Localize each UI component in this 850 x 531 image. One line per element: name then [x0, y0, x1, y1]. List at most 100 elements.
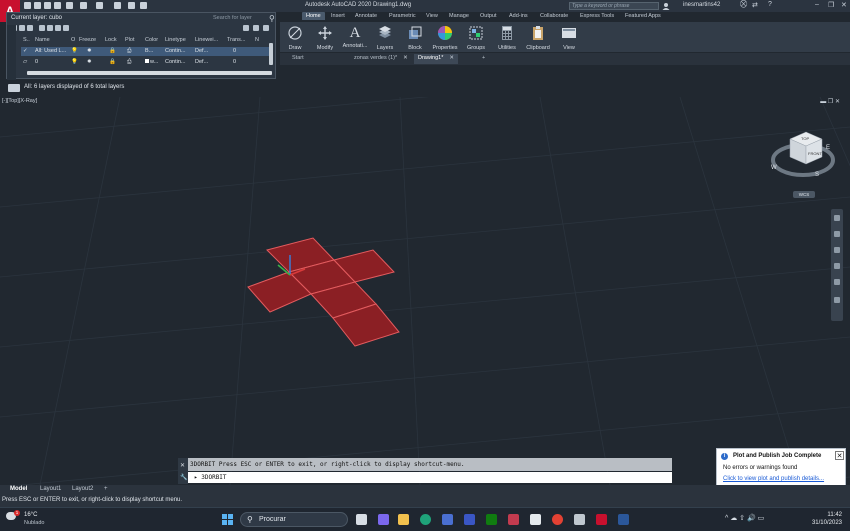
- tab-layout1[interactable]: Layout1: [40, 486, 61, 492]
- layer-row[interactable]: ✓ All: Used L... 💡 ✹ 🔒 ⎙ B... Contin... …: [21, 47, 273, 56]
- viewcube[interactable]: TOP FRONT E S W: [768, 127, 838, 187]
- ribbon-tab-output[interactable]: Output: [480, 13, 497, 19]
- tab-model[interactable]: Model: [10, 486, 27, 492]
- view-button[interactable]: View: [554, 24, 584, 52]
- app-white-icon[interactable]: [530, 514, 541, 525]
- open-file-icon[interactable]: [34, 2, 41, 9]
- pan-icon[interactable]: [834, 231, 840, 237]
- minimize-icon[interactable]: –: [815, 1, 819, 8]
- annotation-button[interactable]: A Annotati...: [340, 24, 370, 52]
- doc-tab-drawing1[interactable]: Drawing1* ✕: [414, 54, 458, 64]
- col-plot[interactable]: Plot: [125, 37, 134, 43]
- horizontal-scrollbar[interactable]: [27, 71, 272, 75]
- ribbon-tab-manage[interactable]: Manage: [449, 13, 469, 19]
- col-name[interactable]: Name: [35, 37, 50, 43]
- showmotion-icon[interactable]: [834, 279, 840, 285]
- notification-details-link[interactable]: Click to view plot and publish details..…: [723, 476, 824, 482]
- doc-tab-zonas-verdes[interactable]: zonas verdes (1)* ✕: [350, 54, 412, 64]
- col-freeze[interactable]: Freeze: [79, 37, 96, 43]
- autocad-taskbar-icon[interactable]: [596, 514, 607, 525]
- layer-search-input[interactable]: Search for layer: [213, 15, 275, 23]
- drawing-viewport[interactable]: [-][Top][X-Ray] ▬ ❐ ✕ TOP FRONT E S W W C…: [0, 97, 850, 485]
- layers-button[interactable]: Layers: [370, 24, 400, 52]
- ribbon-tab-insert[interactable]: Insert: [331, 13, 345, 19]
- new-layer-icon[interactable]: [39, 25, 45, 31]
- col-color[interactable]: Color: [145, 37, 158, 43]
- app-red-icon[interactable]: [508, 514, 519, 525]
- user-icon[interactable]: [662, 2, 670, 10]
- palette-side-strip[interactable]: [7, 25, 16, 80]
- clock-time[interactable]: 11:42: [810, 512, 842, 518]
- compass-e-label[interactable]: E: [826, 145, 830, 151]
- new-layer-vp-frozen-icon[interactable]: [47, 25, 53, 31]
- ribbon-tab-view[interactable]: View: [426, 13, 438, 19]
- groups-button[interactable]: Groups: [461, 24, 491, 52]
- edge-icon[interactable]: [420, 514, 431, 525]
- app-icon[interactable]: [464, 514, 475, 525]
- word-icon[interactable]: [618, 514, 629, 525]
- close-palette-icon[interactable]: [263, 25, 269, 31]
- ribbon-tab-featured-apps[interactable]: Featured Apps: [625, 13, 661, 19]
- app-gray-icon[interactable]: [574, 514, 585, 525]
- undo-icon[interactable]: [96, 2, 103, 9]
- clipboard-button[interactable]: Clipboard: [523, 24, 553, 52]
- save-as-icon[interactable]: [54, 2, 61, 9]
- ribbon-tab-parametric[interactable]: Parametric: [389, 13, 416, 19]
- save-icon[interactable]: [44, 2, 51, 9]
- compass-w-label[interactable]: W: [771, 165, 777, 171]
- layer-transparency[interactable]: 0: [233, 48, 236, 54]
- redo-icon[interactable]: [114, 2, 121, 9]
- layer-row[interactable]: ▱ 0 💡 ✹ 🔒 ⎙ w... Contin... Def... 0: [21, 58, 273, 67]
- ribbon-tab-collaborate[interactable]: Collaborate: [540, 13, 568, 19]
- layer-name[interactable]: 0: [35, 59, 38, 65]
- col-transparency[interactable]: Trans...: [227, 37, 245, 43]
- draw-button[interactable]: Draw: [280, 24, 310, 52]
- tab-layout2[interactable]: Layout2: [72, 486, 93, 492]
- close-tab-icon[interactable]: ✕: [403, 55, 408, 61]
- navbar-menu-icon[interactable]: [834, 297, 840, 303]
- ribbon-tab-express-tools[interactable]: Express Tools: [580, 13, 614, 19]
- web-mobile-icon[interactable]: [66, 2, 73, 9]
- weather-temperature[interactable]: 16°C: [24, 512, 37, 518]
- sun-icon[interactable]: ✹: [87, 59, 92, 65]
- close-window-icon[interactable]: ✕: [841, 1, 847, 9]
- ribbon-tab-annotate[interactable]: Annotate: [355, 13, 377, 19]
- restore-icon[interactable]: ❐: [828, 1, 834, 9]
- file-explorer-icon[interactable]: [398, 514, 409, 525]
- layer-transparency[interactable]: 0: [233, 59, 236, 65]
- printer-icon[interactable]: ⎙: [127, 59, 131, 66]
- customize-command-icon[interactable]: 🔧: [180, 474, 187, 481]
- layer-lineweight[interactable]: Def...: [195, 48, 208, 54]
- chat-icon[interactable]: [378, 514, 389, 525]
- xbox-icon[interactable]: [486, 514, 497, 525]
- exchange-icon[interactable]: ⇄: [752, 1, 758, 9]
- refresh-icon[interactable]: [243, 25, 249, 31]
- customize-qat-icon[interactable]: [140, 2, 147, 9]
- col-status[interactable]: S..: [23, 37, 30, 43]
- delete-layer-icon[interactable]: [55, 25, 61, 31]
- command-line-handle[interactable]: ✕ 🔧: [178, 458, 188, 484]
- layer-color[interactable]: w...: [145, 59, 158, 65]
- cart-icon[interactable]: ⛒: [740, 1, 747, 9]
- share-icon[interactable]: [128, 2, 135, 9]
- utilities-button[interactable]: Utilities: [492, 24, 522, 52]
- settings-icon[interactable]: [253, 25, 259, 31]
- new-file-icon[interactable]: [24, 2, 31, 9]
- new-group-filter-icon[interactable]: [19, 25, 25, 31]
- zoom-icon[interactable]: [834, 247, 840, 253]
- sun-icon[interactable]: ✹: [87, 48, 92, 54]
- printer-icon[interactable]: ⎙: [127, 48, 131, 55]
- modify-button[interactable]: Modify: [310, 24, 340, 52]
- col-lock[interactable]: Lock: [105, 37, 117, 43]
- viewport-window-controls[interactable]: ▬ ❐ ✕: [820, 98, 840, 105]
- viewport-controls-label[interactable]: [-][Top][X-Ray]: [2, 98, 37, 104]
- task-view-icon[interactable]: [356, 514, 367, 525]
- lock-icon[interactable]: 🔒: [109, 59, 116, 65]
- ribbon-tab-home[interactable]: Home: [302, 12, 325, 20]
- ribbon-tab-addins[interactable]: Add-ins: [509, 13, 528, 19]
- set-current-icon[interactable]: [63, 25, 69, 31]
- taskbar-search-input[interactable]: ⚲ Procurar: [240, 512, 348, 527]
- steering-wheel-icon[interactable]: [834, 215, 840, 221]
- weather-description[interactable]: Nublado: [24, 520, 45, 526]
- vertical-scrollbar[interactable]: [269, 43, 273, 65]
